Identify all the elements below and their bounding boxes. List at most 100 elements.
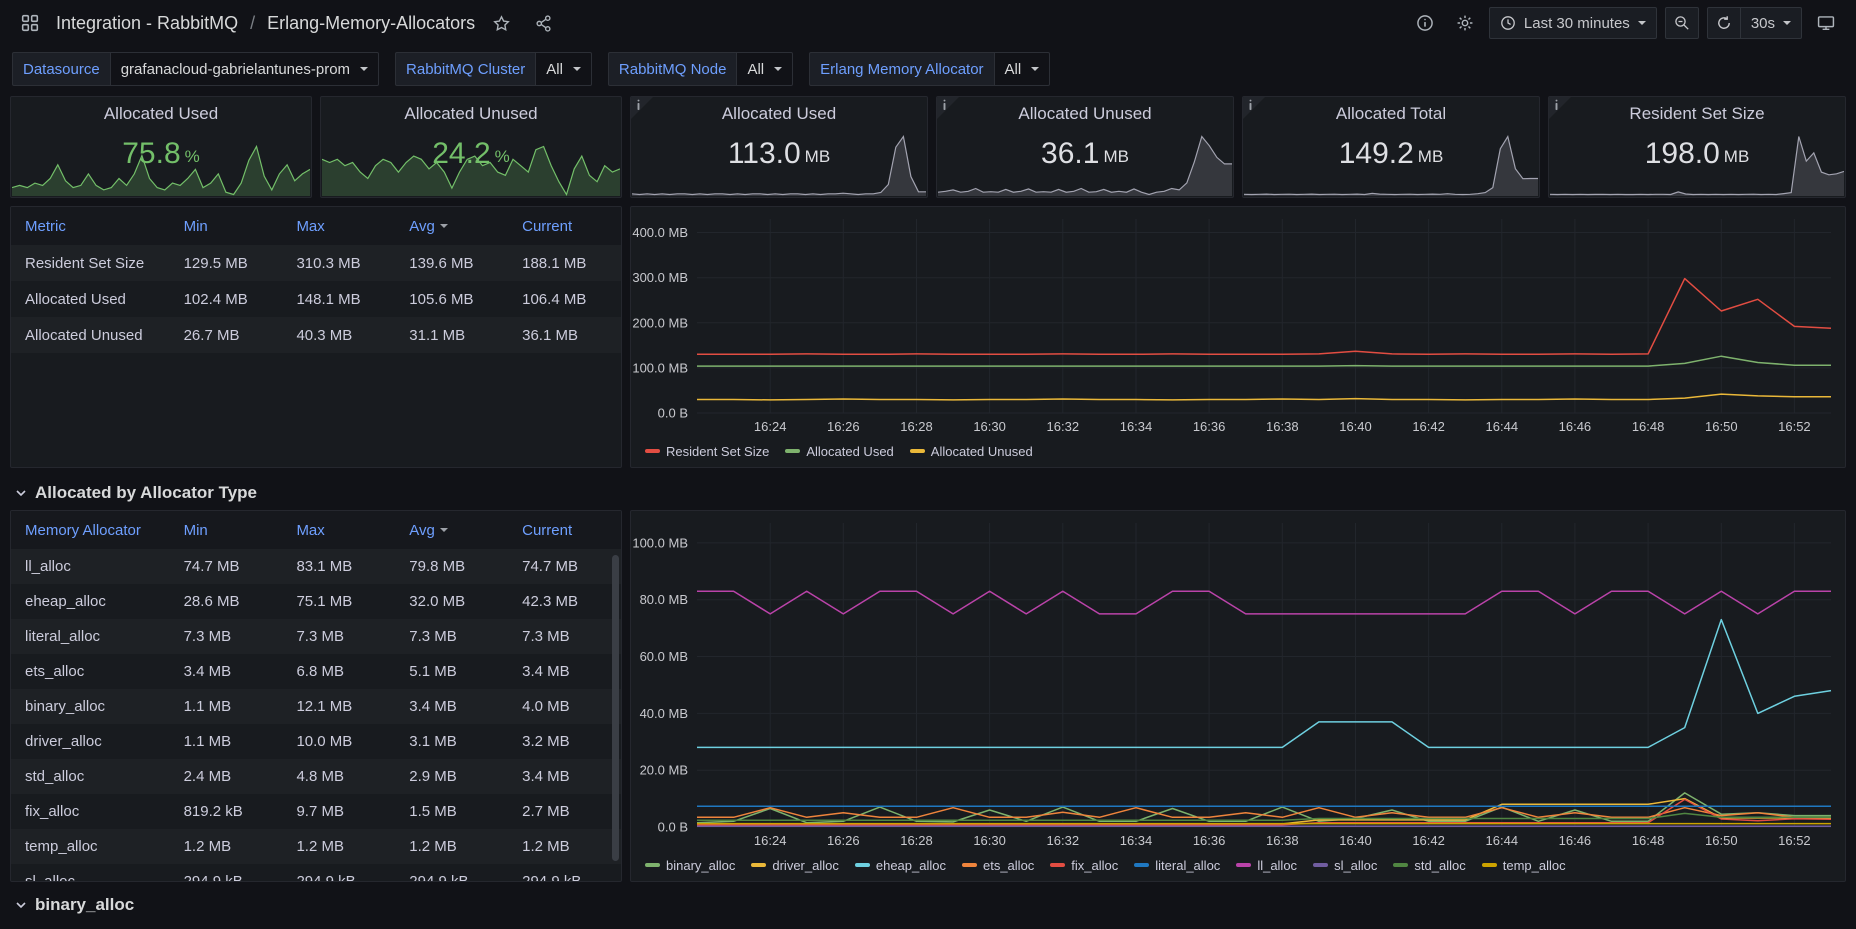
row-label: literal_alloc: [11, 628, 170, 645]
panel-info-corner-icon[interactable]: [1549, 97, 1571, 119]
refresh-interval-dropdown[interactable]: 30s: [1741, 7, 1802, 39]
panel-title: Resident Set Size: [1629, 104, 1764, 124]
stats-row: Allocated Used 75.8% Allocated Unused 24…: [10, 96, 1846, 198]
scrollbar-thumb[interactable]: [612, 555, 619, 861]
svg-text:300.0 MB: 300.0 MB: [632, 270, 688, 285]
cell-value: 32.0 MB: [395, 593, 508, 610]
legend-item-binary-alloc[interactable]: binary_alloc: [645, 858, 735, 873]
memory-overview-chart-panel: 0.0 B100.0 MB200.0 MB300.0 MB400.0 MB16:…: [630, 206, 1846, 468]
timeseries-chart[interactable]: 0.0 B20.0 MB40.0 MB60.0 MB80.0 MB100.0 M…: [631, 511, 1845, 853]
legend-item-literal-alloc[interactable]: literal_alloc: [1134, 858, 1220, 873]
cell-value: 36.1 MB: [508, 327, 621, 344]
column-header-metric[interactable]: Metric: [11, 218, 170, 235]
stat-panel-allocated-unused-percent: Allocated Unused 24.2%: [320, 96, 622, 198]
cell-value: 2.9 MB: [395, 768, 508, 785]
column-header-current[interactable]: Current: [508, 522, 621, 539]
svg-text:200.0 MB: 200.0 MB: [632, 315, 688, 330]
column-header-memory-allocator[interactable]: Memory Allocator: [11, 522, 170, 539]
legend-item-resident-set-size[interactable]: Resident Set Size: [645, 444, 769, 459]
cell-value: 5.1 MB: [395, 663, 508, 680]
variable-rabbitmq-node: RabbitMQ Node All: [608, 52, 793, 86]
column-header-min[interactable]: Min: [170, 218, 283, 235]
legend-series-label: ll_alloc: [1257, 858, 1297, 873]
legend-item-sl-alloc[interactable]: sl_alloc: [1313, 858, 1377, 873]
selected-value: All: [747, 61, 764, 78]
datasource-select[interactable]: grafanacloud-gabrielantunes-prom: [110, 52, 379, 86]
refresh-button[interactable]: [1707, 7, 1741, 39]
legend-series-label: Resident Set Size: [666, 444, 769, 459]
chart-legend: binary_alloc driver_alloc eheap_alloc ets_a…: [631, 853, 1845, 881]
table-row: sl_alloc294.9 kB294.9 kB294.9 kB294.9 kB: [11, 864, 621, 882]
svg-text:16:28: 16:28: [900, 419, 933, 434]
cell-value: 188.1 MB: [508, 255, 621, 272]
legend-item-driver-alloc[interactable]: driver_alloc: [751, 858, 838, 873]
chart-legend: Resident Set Size Allocated Used Allocated…: [631, 439, 1845, 467]
variable-rabbitmq-cluster: RabbitMQ Cluster All: [395, 52, 592, 86]
column-header-current[interactable]: Current: [508, 218, 621, 235]
panel-info-corner-icon[interactable]: [631, 97, 653, 119]
column-header-max[interactable]: Max: [282, 522, 395, 539]
row-toggle-binary-alloc[interactable]: binary_alloc: [10, 890, 1846, 920]
legend-series-label: driver_alloc: [772, 858, 838, 873]
dashboard-insights-icon[interactable]: [1409, 7, 1441, 39]
cell-value: 40.3 MB: [282, 327, 395, 344]
legend-item-allocated-used[interactable]: Allocated Used: [785, 444, 893, 459]
row-label: temp_alloc: [11, 838, 170, 855]
svg-text:16:42: 16:42: [1412, 419, 1445, 434]
legend-series-label: sl_alloc: [1334, 858, 1377, 873]
column-header-min[interactable]: Min: [170, 522, 283, 539]
cell-value: 3.4 MB: [508, 663, 621, 680]
share-icon[interactable]: [527, 7, 559, 39]
row-toggle-allocated-by-allocator-type[interactable]: Allocated by Allocator Type: [10, 476, 1846, 510]
cell-value: 1.1 MB: [170, 733, 283, 750]
panel-info-corner-icon[interactable]: [937, 97, 959, 119]
breadcrumb-page-title[interactable]: Erlang-Memory-Allocators: [267, 13, 475, 34]
column-header-avg[interactable]: Avg: [395, 522, 508, 539]
timeseries-chart[interactable]: 0.0 B100.0 MB200.0 MB300.0 MB400.0 MB16:…: [631, 207, 1845, 439]
svg-text:16:46: 16:46: [1559, 419, 1592, 434]
table-row: fix_alloc819.2 kB9.7 MB1.5 MB2.7 MB: [11, 794, 621, 829]
table-row: eheap_alloc28.6 MB75.1 MB32.0 MB42.3 MB: [11, 584, 621, 619]
svg-text:16:46: 16:46: [1559, 833, 1592, 848]
row-label: ets_alloc: [11, 663, 170, 680]
dashboard-settings-gear-icon[interactable]: [1449, 7, 1481, 39]
svg-text:80.0 MB: 80.0 MB: [640, 592, 688, 607]
column-header-max[interactable]: Max: [282, 218, 395, 235]
legend-item-ets-alloc[interactable]: ets_alloc: [962, 858, 1034, 873]
svg-text:16:52: 16:52: [1778, 419, 1811, 434]
legend-item-std-alloc[interactable]: std_alloc: [1393, 858, 1465, 873]
zoom-out-button[interactable]: [1665, 7, 1699, 39]
legend-series-swatch: [785, 449, 800, 453]
cluster-select[interactable]: All: [535, 52, 592, 86]
time-range-picker[interactable]: Last 30 minutes: [1489, 7, 1657, 39]
row-label: Allocated Used: [11, 291, 170, 308]
node-select[interactable]: All: [736, 52, 793, 86]
cell-value: 74.7 MB: [508, 558, 621, 575]
legend-item-fix-alloc[interactable]: fix_alloc: [1050, 858, 1118, 873]
table-row: Resident Set Size129.5 MB310.3 MB139.6 M…: [11, 245, 621, 281]
chevron-down-icon: [774, 67, 782, 71]
selected-value: grafanacloud-gabrielantunes-prom: [121, 61, 350, 78]
apps-grid-icon[interactable]: [14, 7, 46, 39]
svg-text:16:36: 16:36: [1193, 833, 1226, 848]
legend-item-temp-alloc[interactable]: temp_alloc: [1482, 858, 1566, 873]
row-title: Allocated by Allocator Type: [35, 483, 257, 503]
svg-text:16:26: 16:26: [827, 419, 860, 434]
breadcrumb-section[interactable]: Integration - RabbitMQ: [56, 13, 238, 34]
svg-text:16:40: 16:40: [1339, 833, 1372, 848]
table-row: std_alloc2.4 MB4.8 MB2.9 MB3.4 MB: [11, 759, 621, 794]
legend-series-label: Allocated Unused: [931, 444, 1033, 459]
svg-text:16:38: 16:38: [1266, 419, 1299, 434]
legend-item-allocated-unused[interactable]: Allocated Unused: [910, 444, 1033, 459]
panel-info-corner-icon[interactable]: [1243, 97, 1265, 119]
allocator-select[interactable]: All: [994, 52, 1051, 86]
legend-item-ll-alloc[interactable]: ll_alloc: [1236, 858, 1297, 873]
chevron-down-icon: [14, 486, 28, 500]
selected-value: All: [1005, 61, 1022, 78]
row-label: sl_alloc: [11, 873, 170, 882]
column-header-avg[interactable]: Avg: [395, 218, 508, 235]
kiosk-monitor-icon[interactable]: [1810, 7, 1842, 39]
cell-value: 148.1 MB: [282, 291, 395, 308]
legend-item-eheap-alloc[interactable]: eheap_alloc: [855, 858, 946, 873]
favorite-star-icon[interactable]: [485, 7, 517, 39]
